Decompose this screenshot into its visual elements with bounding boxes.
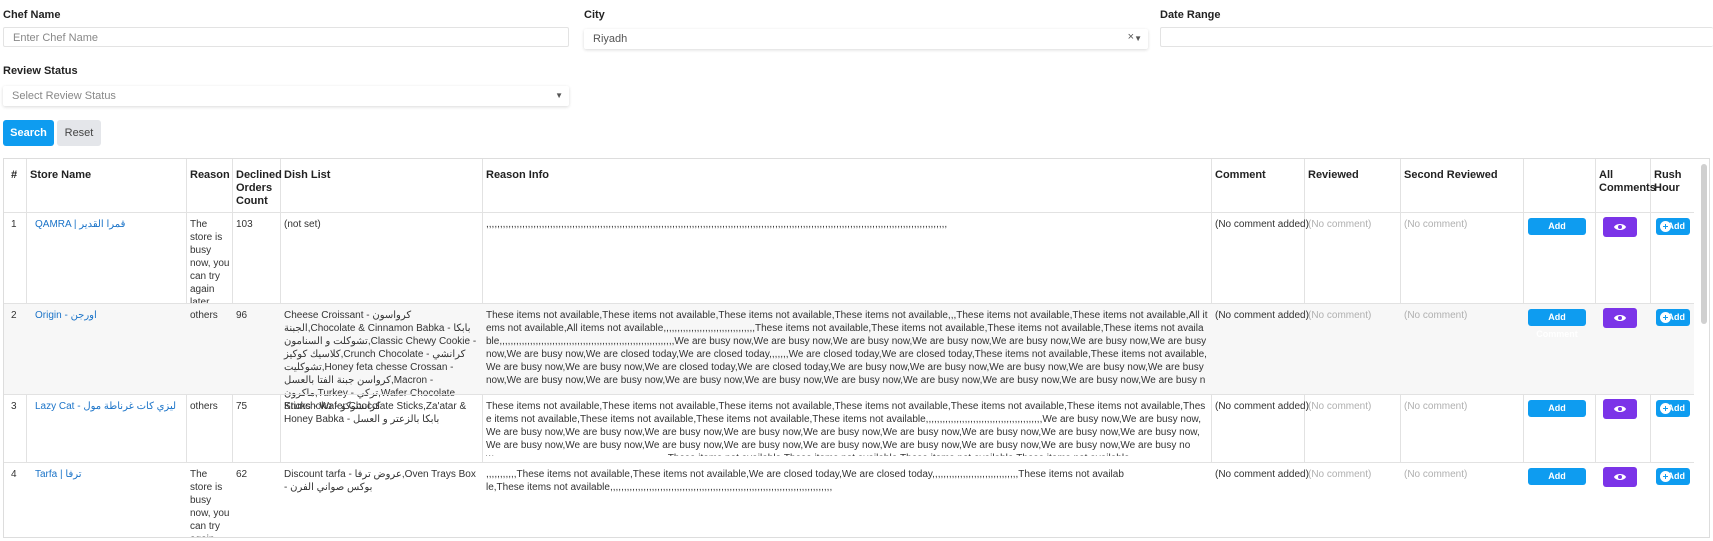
reviewed: (No comment) <box>1308 310 1372 321</box>
search-button[interactable]: Search <box>3 120 54 146</box>
reason-info: ,,,,,,,,,,,These items not available,The… <box>486 469 1124 493</box>
dish-list: Discount tarfa - عروض ترفا,Oven Trays Bo… <box>284 469 476 493</box>
add-comment-button[interactable]: Add Comment <box>1528 309 1586 339</box>
header-all-comments: All Comments <box>1599 169 1656 194</box>
city-label: City <box>584 9 605 21</box>
comment: (No comment added) <box>1215 310 1309 321</box>
header-reason-info[interactable]: Reason Info <box>486 169 549 182</box>
rush-hour-add-button[interactable]: Add <box>1656 468 1690 485</box>
add-comment-button[interactable]: Add Comment <box>1528 400 1586 430</box>
eye-icon <box>1614 224 1626 230</box>
reason: others <box>190 401 218 412</box>
reset-button[interactable]: Reset <box>57 120 101 146</box>
table-row: 3 Lazy Cat - ليزي كات غرناطة مول others … <box>4 394 1694 462</box>
reason-info: These items not available,These items no… <box>486 310 1208 386</box>
reviewed: (No comment) <box>1308 469 1372 480</box>
plus-circle-icon <box>1660 221 1671 232</box>
second-reviewed: (No comment) <box>1404 310 1468 321</box>
reason: others <box>190 310 218 321</box>
declined-orders-table: # Store Name Reason Declined Orders Coun… <box>3 158 1710 538</box>
store-name-link[interactable]: Lazy Cat - ليزي كات غرناطة مول <box>35 400 176 413</box>
comment: (No comment added) <box>1215 469 1309 480</box>
view-comments-button[interactable] <box>1603 308 1637 328</box>
chevron-down-icon: ▼ <box>1134 34 1142 43</box>
view-comments-button[interactable] <box>1603 467 1637 487</box>
chef-name-input[interactable]: Enter Chef Name <box>3 27 569 47</box>
plus-circle-icon <box>1660 312 1671 323</box>
header-store-name[interactable]: Store Name <box>30 169 91 182</box>
view-comments-button[interactable] <box>1603 217 1637 237</box>
review-status-placeholder: Select Review Status <box>12 90 116 102</box>
plus-circle-icon <box>1660 403 1671 414</box>
row-num: 1 <box>11 219 17 230</box>
reviewed: (No comment) <box>1308 401 1372 412</box>
declined-count: 103 <box>236 219 253 230</box>
rush-hour-add-button[interactable]: Add <box>1656 218 1690 235</box>
reason-info: These items not available,These items no… <box>486 401 1206 456</box>
review-status-label: Review Status <box>3 65 78 77</box>
declined-count: 62 <box>236 469 248 480</box>
review-status-select[interactable]: Select Review Status ▼ <box>3 86 569 106</box>
header-rush-hour: Rush Hour <box>1654 169 1682 194</box>
second-reviewed: (No comment) <box>1404 219 1468 230</box>
dish-list: Krunchoko - كرانشوكو <box>284 401 381 412</box>
comment: (No comment added) <box>1215 401 1309 412</box>
add-comment-button[interactable]: Add Comment <box>1528 468 1586 498</box>
eye-icon <box>1614 474 1626 480</box>
store-name-link[interactable]: Origin - اورجن <box>35 309 97 322</box>
header-reviewed[interactable]: Reviewed <box>1308 169 1359 182</box>
header-num: # <box>11 169 18 181</box>
store-name-link[interactable]: Tarfa | ترفا <box>35 468 82 481</box>
comment: (No comment added) <box>1215 219 1309 230</box>
header-comment[interactable]: Comment <box>1215 169 1266 182</box>
reason-info: ,,,,,,,,,,,,,,,,,,,,,,,,,,,,,,,,,,,,,,,,… <box>486 219 948 230</box>
view-comments-button[interactable] <box>1603 399 1637 419</box>
row-num: 3 <box>11 401 17 412</box>
city-value: Riyadh <box>593 33 628 45</box>
chef-name-label: Chef Name <box>3 9 61 21</box>
table-row: 1 QAMRA | قمرا القدير The store is busy … <box>4 212 1694 308</box>
header-reason[interactable]: Reason <box>190 169 230 182</box>
declined-count: 96 <box>236 310 248 321</box>
row-num: 4 <box>11 469 17 480</box>
vertical-scrollbar[interactable] <box>1701 164 1707 324</box>
dish-list: (not set) <box>284 219 321 230</box>
clear-icon[interactable]: × <box>1128 27 1134 47</box>
eye-icon <box>1614 315 1626 321</box>
eye-icon <box>1614 406 1626 412</box>
table-row: 2 Origin - اورجن others 96 Cheese Croiss… <box>4 303 1694 425</box>
rush-hour-add-button[interactable]: Add <box>1656 309 1690 326</box>
store-name-link[interactable]: QAMRA | قمرا القدير <box>35 218 125 231</box>
chevron-down-icon: ▼ <box>555 91 563 100</box>
reason: The store is busy now, you can try again… <box>190 219 230 308</box>
declined-count: 75 <box>236 401 248 412</box>
date-range-input[interactable] <box>1160 27 1713 47</box>
rush-hour-add-button[interactable]: Add <box>1656 400 1690 417</box>
date-range-label: Date Range <box>1160 9 1221 21</box>
plus-circle-icon <box>1660 471 1671 482</box>
row-num: 2 <box>11 310 17 321</box>
reason: The store is busy now, you can try again <box>190 469 230 537</box>
reviewed: (No comment) <box>1308 219 1372 230</box>
second-reviewed: (No comment) <box>1404 401 1468 412</box>
add-comment-button[interactable]: Add Comment <box>1528 218 1586 248</box>
header-second-reviewed[interactable]: Second Reviewed <box>1404 169 1498 182</box>
table-row: 4 Tarfa | ترفا The store is busy now, yo… <box>4 462 1694 537</box>
header-declined-count[interactable]: Declined Orders Count <box>236 169 282 208</box>
second-reviewed: (No comment) <box>1404 469 1468 480</box>
header-dish-list[interactable]: Dish List <box>284 169 330 182</box>
city-select[interactable]: Riyadh × ▼ <box>584 29 1148 49</box>
